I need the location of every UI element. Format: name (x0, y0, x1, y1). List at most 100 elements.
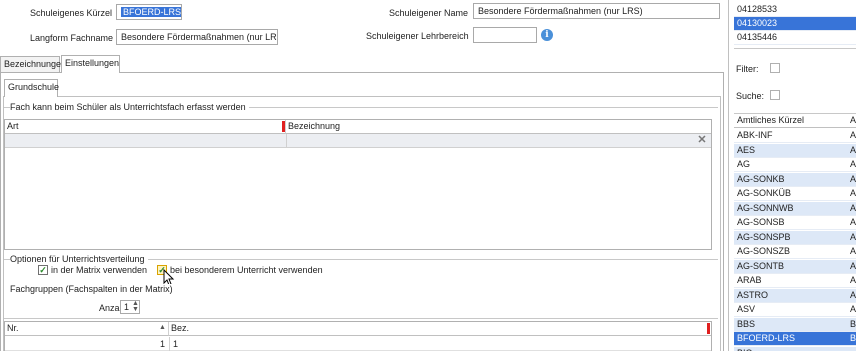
col-bezeichnung-header[interactable]: Bezeichnung (286, 120, 711, 134)
row-kuerzel: ASTRO (737, 289, 769, 300)
row-kuerzel: AG-SONSB (737, 217, 785, 227)
table-row[interactable]: ASTRO A (734, 288, 856, 303)
group-fachgruppen-title: Fachgruppen (Fachspalten in der Matrix) (10, 284, 176, 294)
row-kuerzel: AG (737, 159, 751, 169)
table-row[interactable]: ARAB A (734, 274, 856, 288)
anzahl-value: 1 (124, 302, 130, 312)
col-nr-header[interactable]: Nr. (5, 322, 169, 336)
anzahl-spinner[interactable]: 1 ▲ ▼ (120, 300, 140, 314)
kuerzel-label: Schuleigenes Kürzel (30, 8, 113, 18)
row-second: A (850, 144, 856, 155)
suche-checkbox[interactable] (770, 90, 780, 100)
row-kuerzel: ARAB (737, 275, 762, 285)
row-kuerzel: ABK-INF (737, 130, 773, 140)
table-row[interactable]: AG A (734, 158, 856, 172)
langform-input[interactable]: Besondere Fördermaßnahmen (nur LRS) (116, 29, 278, 45)
matrix-checkbox[interactable]: ✓ (38, 265, 48, 275)
filter-label: Filter: (736, 64, 759, 74)
table-row[interactable]: AG-SONSZB A (734, 245, 856, 259)
list-item[interactable]: 04135446 (734, 31, 856, 45)
col-bez-header[interactable]: Bez. (169, 322, 711, 336)
row-second: A (850, 289, 856, 300)
splitter[interactable] (728, 0, 729, 351)
row-kuerzel: AG-SONSPB (737, 231, 791, 242)
required-marker (282, 121, 285, 132)
row-kuerzel: AG-SONTB (737, 260, 785, 271)
row-divider-2 (169, 337, 170, 351)
row-second: A (850, 260, 856, 271)
spin-down-icon[interactable]: ▼ (132, 306, 139, 313)
col-art-header[interactable]: Art (5, 120, 286, 134)
list-divider (734, 48, 856, 49)
col-kuerzel-header[interactable]: Amtliches Kürzel A (734, 114, 856, 128)
table-row[interactable]: AG-SONKB A (734, 172, 856, 187)
table-row[interactable]: 1 1 (5, 337, 711, 351)
row-kuerzel: AG-SONKB (737, 173, 785, 184)
row-second: A (850, 304, 856, 314)
table-row[interactable]: ASV A (734, 303, 856, 317)
row-kuerzel: AES (737, 144, 756, 155)
table-row[interactable]: BBS B (734, 317, 856, 332)
sort-asc-icon[interactable]: ▲ (159, 324, 166, 331)
row-kuerzel: AG-SONNWB (737, 202, 794, 213)
row-second: A (850, 130, 856, 140)
table-row[interactable]: AES A (734, 143, 856, 158)
row-second: A (850, 188, 856, 198)
row-nr: 1 (159, 339, 165, 349)
row-second: A (850, 202, 856, 213)
table-row[interactable]: AG-SONNWB A (734, 201, 856, 216)
row-second: B (850, 318, 856, 329)
tab-bezeichnungen[interactable]: Bezeichnungen (0, 56, 66, 73)
group-optionen-title: Optionen für Unterrichtsverteilung (10, 254, 148, 264)
art-grid: Art Bezeichnung ✕ (4, 119, 712, 250)
row-bez: 1 (173, 339, 179, 349)
list-item[interactable]: 04128533 (734, 3, 856, 17)
fachgruppen-grid: Nr. ▲ Bez. 1 1 (4, 321, 712, 351)
filter-checkbox[interactable] (770, 63, 780, 73)
name-label: Schuleigener Name (389, 8, 469, 18)
lehrbereich-input[interactable] (473, 27, 537, 43)
kuerzel-input[interactable]: BFOERD-LRS (116, 4, 182, 20)
row-second: A (850, 275, 856, 285)
list-item[interactable]: 04130023 (734, 17, 856, 31)
col-kuerzel-label: Amtliches Kürzel (737, 115, 805, 125)
table-row[interactable]: ABK-INF A (734, 129, 856, 143)
row-kuerzel: BIO (737, 348, 753, 351)
besonderer-unterricht-label: bei besonderem Unterricht verwenden (170, 265, 323, 275)
required-marker-2 (707, 323, 710, 334)
col-second-label: A (850, 115, 856, 125)
tab-einstellungen[interactable]: Einstellungen (61, 55, 120, 73)
row-second: A (850, 231, 856, 242)
row-second: A (850, 217, 856, 227)
row-kuerzel: BFOERD-LRS (737, 333, 796, 343)
row-kuerzel: AG-SONKÜB (737, 188, 792, 198)
tab-grundschule[interactable]: Grundschule (4, 79, 59, 97)
table-row[interactable]: AG-SONKÜB A (734, 187, 856, 201)
table-row[interactable]: AG-SONTB A (734, 259, 856, 274)
row-second: A (850, 159, 856, 169)
row-kuerzel: ASV (737, 304, 756, 314)
suche-label: Suche: (736, 91, 765, 101)
row-kuerzel: AG-SONSZB (737, 246, 791, 256)
table-row[interactable]: AG-SONSPB A (734, 230, 856, 245)
row-second: A (850, 173, 856, 184)
table-row[interactable]: AG-SONSB A (734, 216, 856, 230)
row-second: B (850, 333, 856, 343)
group-fachgruppen-divider (4, 318, 718, 319)
schul-list: 04128533 04130023 04135446 (734, 0, 856, 48)
row-kuerzel: BBS (737, 318, 756, 329)
matrix-checkbox-label: in der Matrix verwenden (51, 265, 148, 275)
table-row[interactable]: BIO (734, 346, 856, 351)
kuerzel-value: BFOERD-LRS (121, 7, 182, 17)
kuerzel-table: Amtliches Kürzel A ABK-INF A AES A AG A AG-SON… (734, 113, 856, 351)
info-icon[interactable]: i (541, 29, 553, 41)
new-row[interactable]: ✕ (5, 134, 711, 148)
table-row[interactable]: BFOERD-LRS B (734, 332, 856, 346)
lehrbereich-label: Schuleigener Lehrbereich (366, 31, 469, 41)
delete-icon[interactable]: ✕ (695, 134, 709, 147)
name-input[interactable]: Besondere Fördermaßnahmen (nur LRS) (473, 3, 720, 19)
row-second: A (850, 246, 856, 256)
row-divider (286, 134, 287, 148)
group-fach-title: Fach kann beim Schüler als Unterrichtsfa… (10, 102, 249, 112)
langform-label: Langform Fachname (30, 33, 114, 43)
